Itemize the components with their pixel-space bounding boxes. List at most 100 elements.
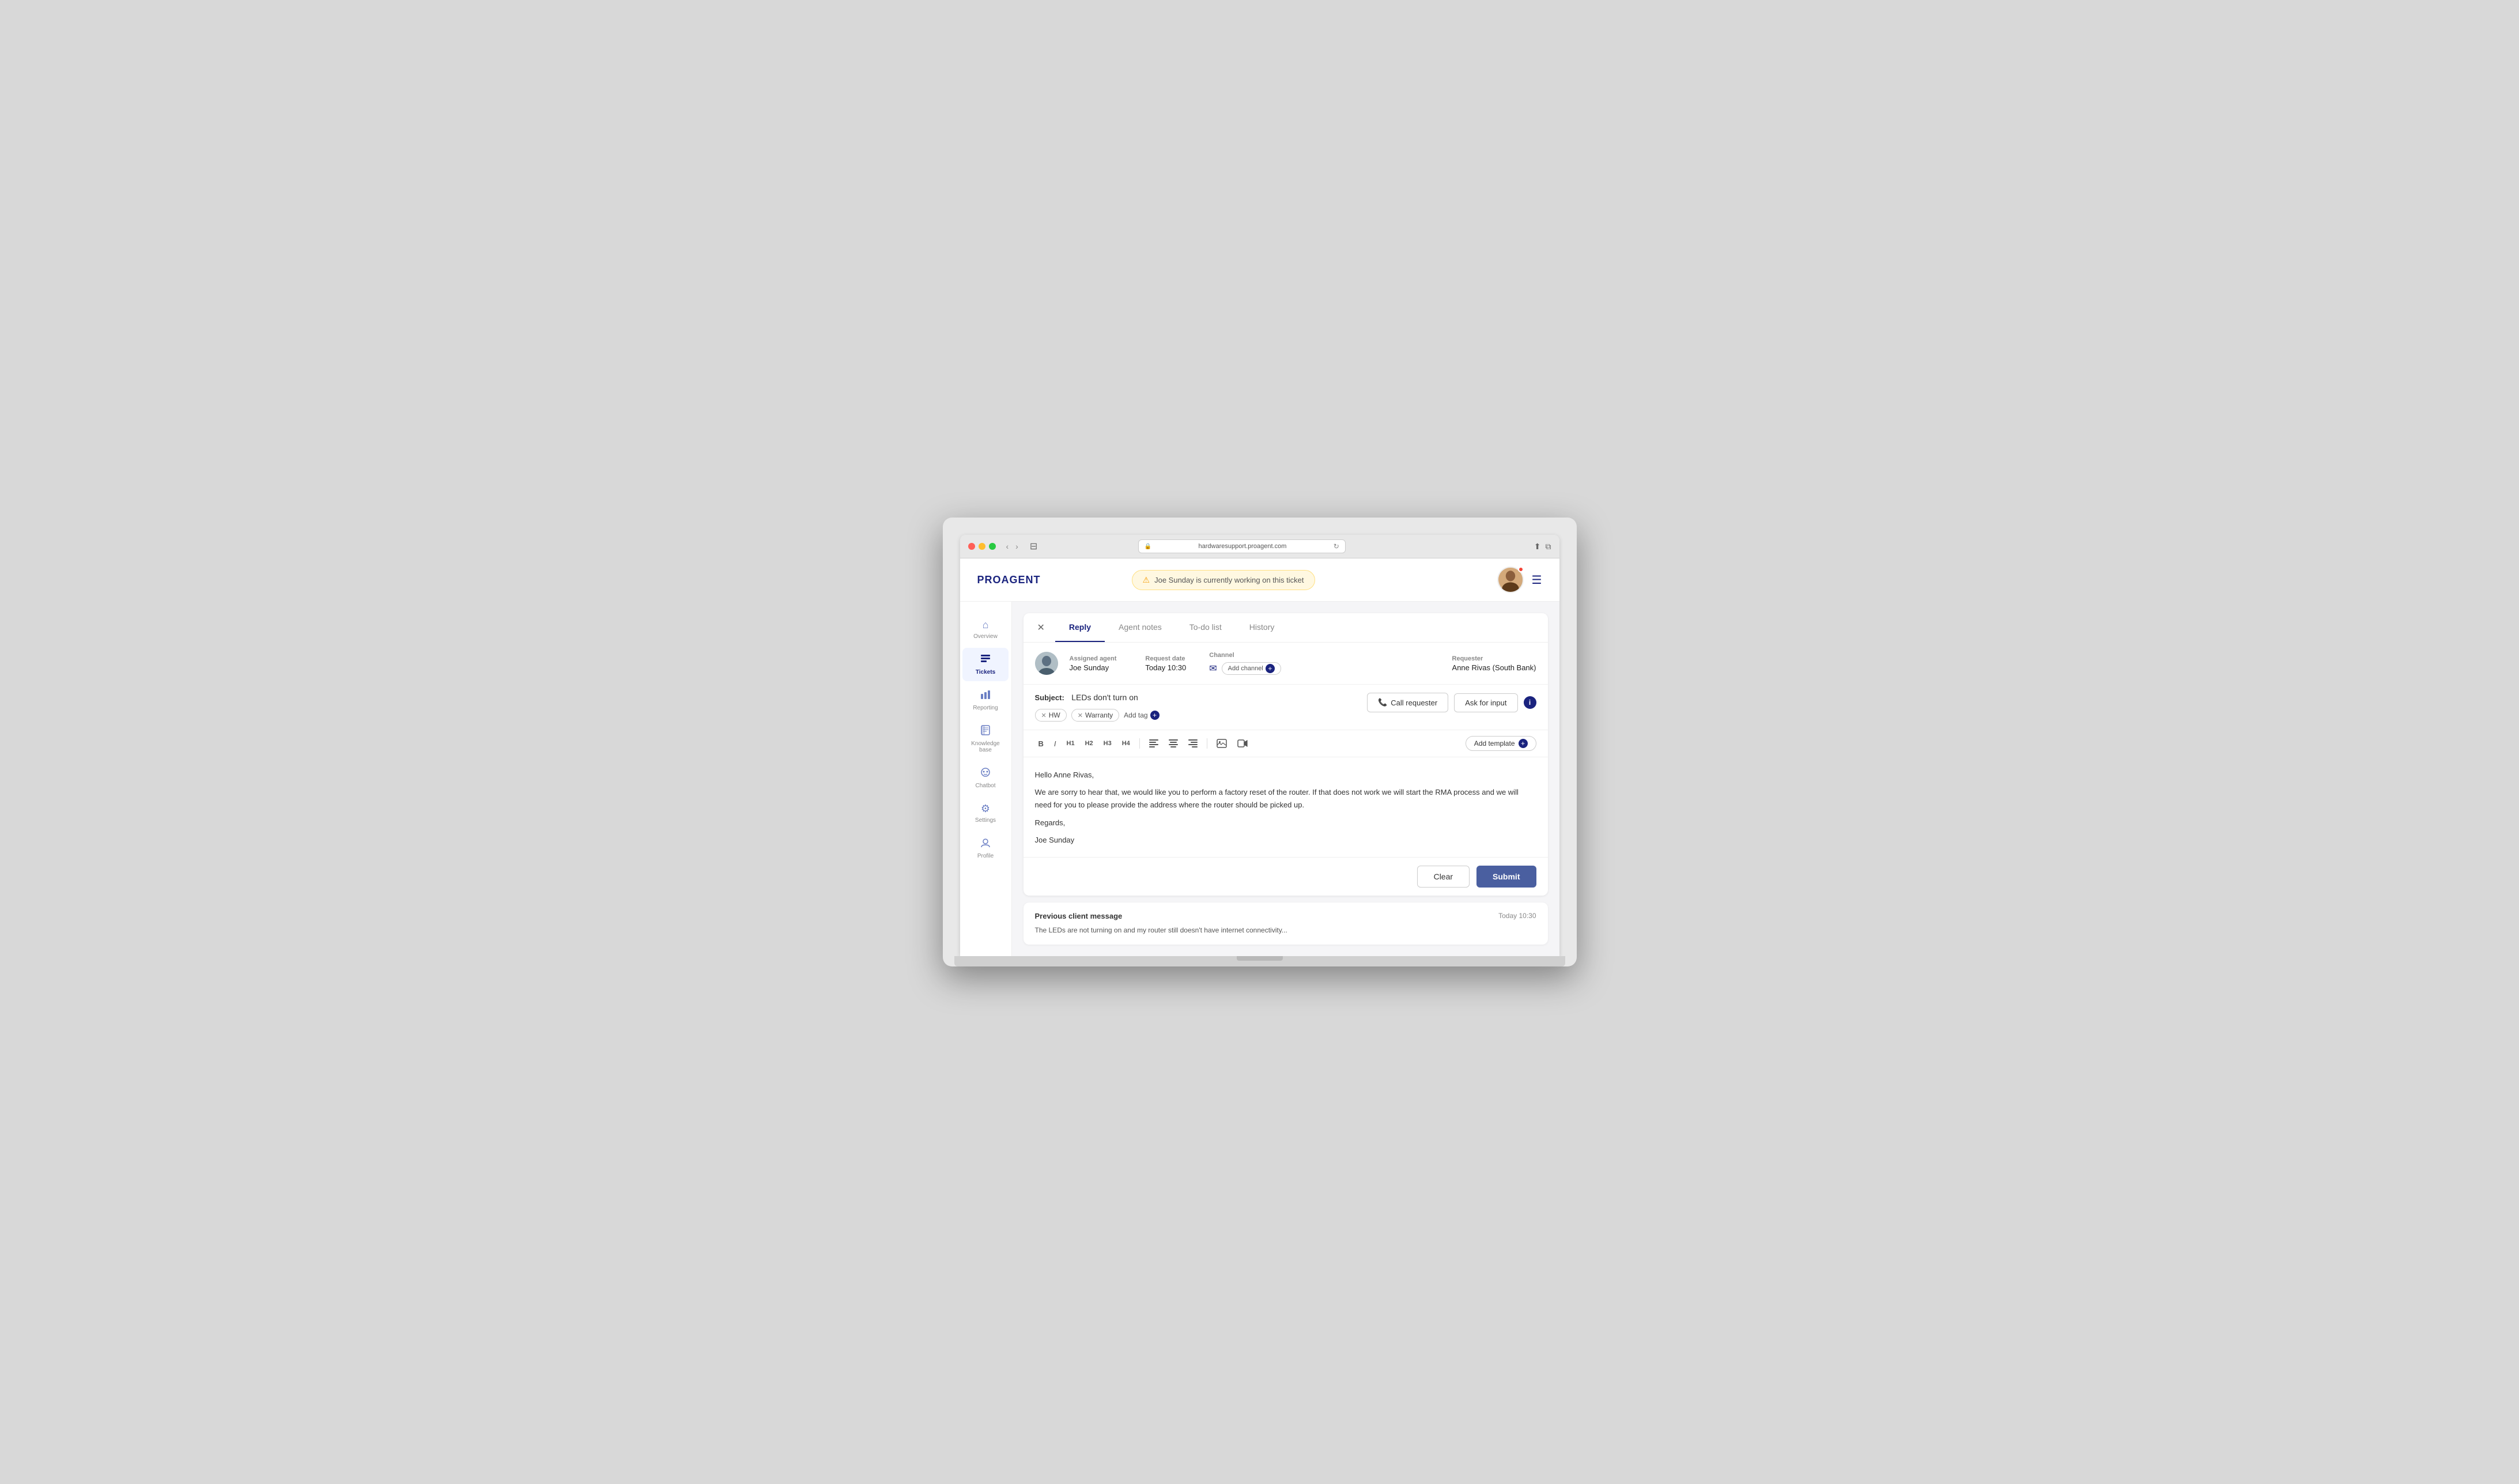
add-tag-button[interactable]: Add tag + <box>1124 711 1159 720</box>
lock-icon: 🔒 <box>1145 543 1151 550</box>
minimize-dot[interactable] <box>979 543 985 550</box>
tickets-icon <box>980 654 991 667</box>
ask-for-input-button[interactable]: Ask for input <box>1454 693 1517 712</box>
sidebar-item-chatbot[interactable]: Chatbot <box>962 761 1009 795</box>
sidebar-label-profile: Profile <box>977 853 994 859</box>
share-button[interactable]: ⬆ <box>1534 542 1541 552</box>
request-date-value: Today 10:30 <box>1145 663 1186 672</box>
previous-message-title: Previous client message <box>1035 912 1123 920</box>
sidebar-item-overview[interactable]: ⌂ Overview <box>962 613 1009 645</box>
app-header: PROAGENT ⚠ Joe Sunday is currently worki… <box>960 558 1559 602</box>
close-dot[interactable] <box>968 543 975 550</box>
requester-label: Requester <box>1452 655 1536 662</box>
italic-button[interactable]: I <box>1051 737 1060 750</box>
tags-row: ✕ HW ✕ Warranty Add tag <box>1035 709 1356 722</box>
reply-closing: Regards, <box>1035 817 1536 829</box>
sidebar-item-reporting[interactable]: Reporting <box>962 684 1009 717</box>
h3-button[interactable]: H3 <box>1100 738 1115 749</box>
h1-button[interactable]: H1 <box>1063 738 1078 749</box>
menu-button[interactable]: ☰ <box>1532 573 1542 587</box>
sidebar: ⌂ Overview Tickets <box>960 602 1012 956</box>
tag-warranty-remove[interactable]: ✕ <box>1078 712 1083 719</box>
url-text: hardwaresupport.proagent.com <box>1155 543 1330 550</box>
toolbar-separator-1 <box>1139 738 1140 749</box>
previous-message-time: Today 10:30 <box>1498 912 1536 920</box>
plus-circle-icon: + <box>1266 664 1275 673</box>
settings-icon: ⚙ <box>981 803 990 815</box>
forward-button[interactable]: › <box>1013 541 1021 552</box>
subject-text: LEDs don't turn on <box>1071 693 1138 702</box>
close-ticket-button[interactable]: ✕ <box>1035 620 1047 636</box>
traffic-lights <box>968 543 996 550</box>
sidebar-item-knowledge-base[interactable]: Knowledge base <box>962 719 1009 759</box>
channel-group: Channel ✉ Add channel + <box>1209 652 1281 675</box>
subject-row: Subject: LEDs don't turn on ✕ HW <box>1024 685 1548 730</box>
tag-warranty: ✕ Warranty <box>1071 709 1119 722</box>
request-date-label: Request date <box>1145 655 1186 662</box>
macbook-notch <box>1237 956 1283 961</box>
new-tab-button[interactable]: ⧉ <box>1545 542 1551 552</box>
call-requester-button[interactable]: 📞 Call requester <box>1367 693 1448 712</box>
content-area: ✕ Reply Agent notes To-do list History <box>1012 602 1559 956</box>
sidebar-label-tickets: Tickets <box>976 669 995 675</box>
tab-reply[interactable]: Reply <box>1055 613 1105 642</box>
notification-dot <box>1518 567 1524 572</box>
tag-hw-remove[interactable]: ✕ <box>1041 712 1047 719</box>
maximize-dot[interactable] <box>989 543 996 550</box>
sidebar-label-reporting: Reporting <box>973 705 998 711</box>
info-button[interactable]: i <box>1524 696 1536 709</box>
clear-button[interactable]: Clear <box>1417 866 1470 888</box>
submit-button[interactable]: Submit <box>1476 866 1536 888</box>
tab-history[interactable]: History <box>1236 613 1289 642</box>
sidebar-label-overview: Overview <box>973 633 998 640</box>
requester-value: Anne Rivas (South Bank) <box>1452 663 1536 672</box>
image-button[interactable] <box>1213 737 1230 750</box>
reporting-icon <box>980 689 991 703</box>
logo: PROAGENT <box>977 574 1041 586</box>
ticket-panel: ✕ Reply Agent notes To-do list History <box>1024 613 1548 895</box>
request-date-group: Request date Today 10:30 <box>1145 655 1186 672</box>
sidebar-item-settings[interactable]: ⚙ Settings <box>962 797 1009 829</box>
sidebar-label-chatbot: Chatbot <box>975 783 995 789</box>
reply-greeting: Hello Anne Rivas, <box>1035 769 1536 781</box>
address-bar: 🔒 hardwaresupport.proagent.com ↻ <box>1138 539 1346 553</box>
macbook-base <box>954 956 1565 966</box>
previous-message-header: Previous client message Today 10:30 <box>1035 912 1536 920</box>
tab-bar: ✕ Reply Agent notes To-do list History <box>1024 613 1548 643</box>
reply-area[interactable]: Hello Anne Rivas, We are sorry to hear t… <box>1024 757 1548 856</box>
add-template-button[interactable]: Add template + <box>1466 736 1536 751</box>
align-right-button[interactable] <box>1185 737 1201 750</box>
add-channel-button[interactable]: Add channel + <box>1222 662 1281 675</box>
ticket-info-row: Assigned agent Joe Sunday Request date T… <box>1024 643 1548 685</box>
ask-for-input-label: Ask for input <box>1465 698 1506 707</box>
add-channel-label: Add channel <box>1228 665 1263 672</box>
user-avatar-container <box>1497 567 1524 593</box>
back-button[interactable]: ‹ <box>1004 541 1011 552</box>
bold-button[interactable]: B <box>1035 737 1047 750</box>
previous-message-panel: Previous client message Today 10:30 The … <box>1024 903 1548 945</box>
tab-agent-notes[interactable]: Agent notes <box>1105 613 1176 642</box>
h2-button[interactable]: H2 <box>1082 738 1097 749</box>
align-center-button[interactable] <box>1165 737 1181 750</box>
reply-body: We are sorry to hear that, we would like… <box>1035 786 1536 811</box>
requester-group: Requester Anne Rivas (South Bank) <box>1452 655 1536 672</box>
video-button[interactable] <box>1234 737 1251 750</box>
home-icon: ⌂ <box>983 619 989 631</box>
reply-text: Hello Anne Rivas, We are sorry to hear t… <box>1035 769 1536 846</box>
assigned-agent-group: Assigned agent Joe Sunday <box>1070 655 1117 672</box>
tag-hw: ✕ HW <box>1035 709 1067 722</box>
sidebar-item-tickets[interactable]: Tickets <box>962 648 1009 681</box>
browser-actions: ⬆ ⧉ <box>1534 542 1551 552</box>
align-left-button[interactable] <box>1146 737 1162 750</box>
subject-label: Subject: <box>1035 693 1064 702</box>
sidebar-label-settings: Settings <box>975 817 996 824</box>
sidebar-label-knowledge-base: Knowledge base <box>967 741 1004 753</box>
h4-button[interactable]: H4 <box>1119 738 1134 749</box>
tab-todo-list[interactable]: To-do list <box>1176 613 1236 642</box>
sidebar-item-profile[interactable]: Profile <box>962 832 1009 865</box>
action-footer: Clear Submit <box>1024 857 1548 896</box>
channel-label: Channel <box>1209 652 1281 659</box>
refresh-icon: ↻ <box>1334 542 1339 550</box>
sidebar-toggle-button[interactable]: ⊟ <box>1026 539 1041 553</box>
add-template-label: Add template <box>1474 739 1515 747</box>
